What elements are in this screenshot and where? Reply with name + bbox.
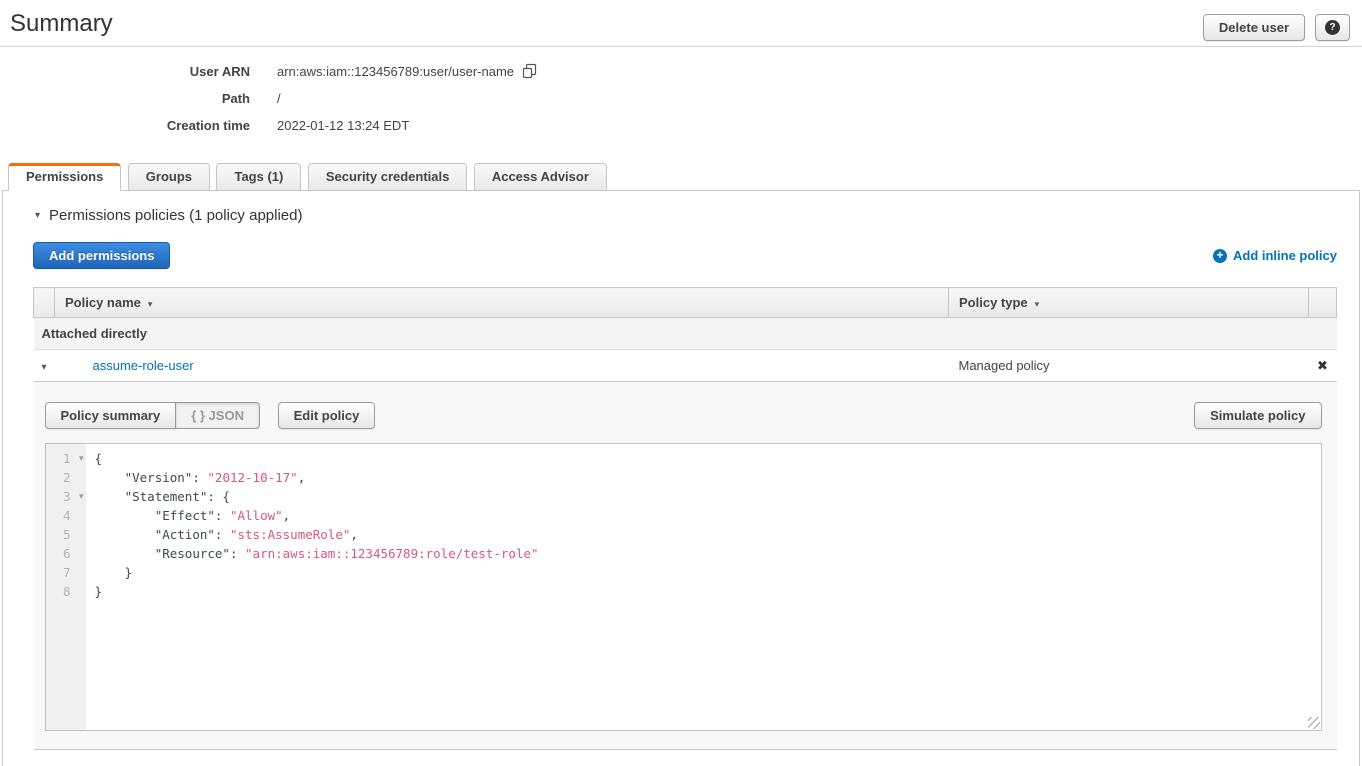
header-actions: Delete user ?: [1203, 10, 1352, 41]
creation-time-row: Creation time 2022-01-12 13:24 EDT: [0, 118, 1362, 133]
row-expand-toggle[interactable]: ▾: [34, 350, 55, 382]
editor-code-line[interactable]: }: [95, 582, 1321, 601]
page-header: Summary Delete user ?: [0, 0, 1362, 47]
editor-gutter: 1▾23▾45678: [46, 444, 86, 730]
user-arn-value: arn:aws:iam::123456789:user/user-name: [277, 63, 537, 79]
policy-summary-button[interactable]: Policy summary: [45, 402, 177, 429]
editor-line-number: 6: [46, 544, 86, 563]
x-icon: ✖: [1317, 358, 1328, 373]
editor-code-line[interactable]: }: [95, 563, 1321, 582]
policy-name-column-header[interactable]: Policy name▾: [55, 288, 949, 318]
json-view-button[interactable]: { } JSON: [175, 402, 260, 429]
edit-policy-button[interactable]: Edit policy: [278, 402, 376, 429]
creation-time-value: 2022-01-12 13:24 EDT: [277, 118, 409, 133]
delete-user-button[interactable]: Delete user: [1203, 14, 1305, 41]
sort-caret-icon: ▾: [148, 299, 153, 309]
plus-icon: +: [1213, 249, 1227, 263]
path-label: Path: [0, 91, 250, 106]
collapse-caret-icon[interactable]: ▾: [35, 211, 40, 221]
expand-caret-icon: ▾: [41, 362, 46, 373]
simulate-policy-button[interactable]: Simulate policy: [1194, 402, 1321, 429]
editor-line-number: 4: [46, 506, 86, 525]
expand-column-header: [34, 288, 55, 318]
editor-line-number: 5: [46, 525, 86, 544]
detach-policy-button[interactable]: ✖: [1309, 350, 1337, 382]
sort-caret-icon: ▾: [1035, 299, 1040, 309]
policy-detail-panel: Policy summary { } JSON Edit policy Simu…: [34, 382, 1337, 750]
policy-table: Policy name▾ Policy type▾ Attached direc…: [33, 287, 1337, 750]
policy-detail-toolbar: Policy summary { } JSON Edit policy Simu…: [45, 402, 1322, 429]
fold-caret-icon[interactable]: ▾: [79, 487, 84, 506]
path-row: Path /: [0, 91, 1362, 106]
user-arn-label: User ARN: [0, 64, 250, 79]
policy-row: ▾ assume-role-user Managed policy ✖: [34, 350, 1337, 382]
policy-name-cell: assume-role-user: [55, 350, 949, 382]
editor-line-number: 1▾: [46, 449, 86, 468]
help-button[interactable]: ?: [1315, 14, 1350, 41]
permissions-tab-panel: ▾ Permissions policies (1 policy applied…: [2, 190, 1360, 766]
permissions-policies-heading: ▾ Permissions policies (1 policy applied…: [35, 207, 1337, 224]
fold-caret-icon[interactable]: ▾: [79, 449, 84, 468]
editor-line-number: 2: [46, 468, 86, 487]
editor-line-number: 3▾: [46, 487, 86, 506]
json-policy-editor[interactable]: 1▾23▾45678 { "Version": "2012-10-17", "S…: [45, 443, 1322, 731]
creation-time-label: Creation time: [0, 118, 250, 133]
add-inline-policy-link[interactable]: + Add inline policy: [1213, 248, 1337, 263]
policy-view-toggle: Policy summary { } JSON: [45, 402, 260, 429]
tab-permissions[interactable]: Permissions: [8, 163, 121, 191]
group-row-label: Attached directly: [34, 318, 1337, 350]
user-arn-row: User ARN arn:aws:iam::123456789:user/use…: [0, 63, 1362, 79]
editor-code-line[interactable]: "Version": "2012-10-17",: [95, 468, 1321, 487]
attached-directly-group-row: Attached directly: [34, 318, 1337, 350]
editor-line-number: 8: [46, 582, 86, 601]
tab-security-credentials[interactable]: Security credentials: [308, 163, 468, 191]
policy-table-header: Policy name▾ Policy type▾: [34, 288, 1337, 318]
editor-code-line[interactable]: "Resource": "arn:aws:iam::123456789:role…: [95, 544, 1321, 563]
help-icon: ?: [1325, 20, 1340, 35]
policy-name-link[interactable]: assume-role-user: [93, 358, 194, 373]
policy-detail-row: Policy summary { } JSON Edit policy Simu…: [34, 382, 1337, 751]
add-permissions-button[interactable]: Add permissions: [33, 242, 170, 269]
actions-column-header: [1309, 288, 1337, 318]
tab-tags[interactable]: Tags (1): [216, 163, 301, 191]
policy-type-cell: Managed policy: [949, 350, 1309, 382]
policy-actions-row: Add permissions + Add inline policy: [33, 242, 1337, 269]
editor-code-line[interactable]: {: [95, 449, 1321, 468]
path-value: /: [277, 91, 281, 106]
policy-type-column-header[interactable]: Policy type▾: [949, 288, 1309, 318]
tab-access-advisor[interactable]: Access Advisor: [474, 163, 607, 191]
page-title: Summary: [10, 10, 113, 38]
tab-bar: Permissions Groups Tags (1) Security cre…: [0, 163, 1362, 190]
editor-line-number: 7: [46, 563, 86, 582]
editor-resize-handle[interactable]: [1308, 717, 1320, 729]
editor-code-line[interactable]: "Effect": "Allow",: [95, 506, 1321, 525]
copy-icon[interactable]: [521, 63, 537, 79]
editor-code-line[interactable]: "Statement": {: [95, 487, 1321, 506]
editor-code-line[interactable]: "Action": "sts:AssumeRole",: [95, 525, 1321, 544]
tab-groups[interactable]: Groups: [128, 163, 210, 191]
editor-code[interactable]: { "Version": "2012-10-17", "Statement": …: [86, 444, 1321, 730]
summary-fields: User ARN arn:aws:iam::123456789:user/use…: [0, 47, 1362, 151]
